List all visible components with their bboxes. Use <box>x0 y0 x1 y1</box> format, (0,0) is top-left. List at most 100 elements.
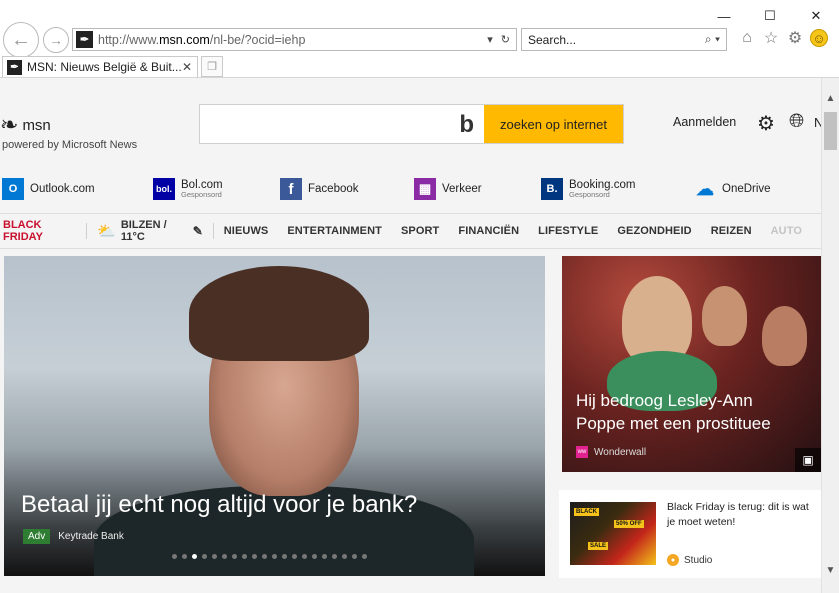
carousel-dot[interactable] <box>342 554 347 559</box>
carousel-dot[interactable] <box>302 554 307 559</box>
home-icon[interactable]: ⌂ <box>738 29 756 47</box>
bing-search-input[interactable]: b <box>200 105 484 143</box>
hero-story[interactable]: Betaal jij echt nog altijd voor je bank?… <box>4 256 545 576</box>
studio-icon: ● <box>667 554 679 566</box>
outlook-icon: O <box>2 178 24 200</box>
nav-separator <box>86 223 88 239</box>
carousel-dot[interactable] <box>352 554 357 559</box>
powered-by: powered by Microsoft News <box>2 139 138 151</box>
gear-icon[interactable]: ⚙ <box>786 29 804 47</box>
carousel-dot[interactable] <box>182 554 187 559</box>
carousel-dots <box>172 554 367 559</box>
back-button[interactable]: ← <box>3 22 39 58</box>
carousel-dot[interactable] <box>222 554 227 559</box>
nav-health[interactable]: GEZONDHEID <box>617 225 691 237</box>
quick-link-booking[interactable]: B. Booking.com Gesponsord <box>541 178 635 200</box>
maximize-button[interactable]: ☐ <box>747 5 793 27</box>
scroll-up-icon[interactable]: ▲ <box>822 90 839 107</box>
tab-msn[interactable]: ✒ MSN: Nieuws België & Buit... ✕ <box>2 56 198 77</box>
bol-icon: bol. <box>153 178 175 200</box>
carousel-dot[interactable] <box>242 554 247 559</box>
bf-story[interactable]: BLACK 50% OFF SALE Black Friday is terug… <box>559 490 821 578</box>
bf-story-meta: ● Studio <box>667 554 712 566</box>
hero-source: Keytrade Bank <box>58 531 124 542</box>
window-controls: — ☐ ✕ <box>701 5 839 27</box>
carousel-dot[interactable] <box>272 554 277 559</box>
hero-title[interactable]: Betaal jij echt nog altijd voor je bank? <box>21 491 417 519</box>
msn-page: ❧ msn powered by Microsoft News b zoeken… <box>0 78 821 593</box>
carousel-dot[interactable] <box>262 554 267 559</box>
carousel-dot[interactable] <box>192 554 197 559</box>
carousel-dot[interactable] <box>282 554 287 559</box>
bf-story-title[interactable]: Black Friday is terug: dit is wat je moe… <box>667 500 812 529</box>
pencil-edit-icon[interactable]: ✎ <box>193 224 203 238</box>
nav-auto[interactable]: AUTO <box>771 225 802 237</box>
adv-badge: Adv <box>23 529 51 544</box>
carousel-dot[interactable] <box>202 554 207 559</box>
arrow-left-icon: ← <box>11 28 31 51</box>
category-nav: BLACK FRIDAY ⛅ BILZEN / 11°C ✎ NIEUWS EN… <box>0 213 821 249</box>
bf-thumbnail: BLACK 50% OFF SALE <box>570 502 656 565</box>
nav-weather[interactable]: ⛅ BILZEN / 11°C ✎ <box>97 219 203 243</box>
search-web-button[interactable]: zoeken op internet <box>484 105 623 143</box>
language-label[interactable]: N <box>814 115 821 130</box>
scroll-down-icon[interactable]: ▼ <box>822 562 839 579</box>
carousel-dot[interactable] <box>172 554 177 559</box>
tab-title: MSN: Nieuws België & Buit... <box>27 60 182 74</box>
nav-entertainment[interactable]: ENTERTAINMENT <box>287 225 382 237</box>
camera-icon: ▣ <box>795 448 821 472</box>
side-story-title[interactable]: Hij bedroog Lesley-Ann Poppe met een pro… <box>576 390 806 436</box>
nav-sport[interactable]: SPORT <box>401 225 439 237</box>
bf-thumb-tag: BLACK <box>574 508 599 516</box>
favorites-star-icon[interactable]: ☆ <box>762 29 780 47</box>
quick-link-onedrive[interactable]: ☁ OneDrive <box>694 178 771 200</box>
browser-search-input[interactable]: Search... ⌕ ▾ <box>521 28 727 51</box>
msn-favicon-icon: ✒ <box>7 59 22 75</box>
bf-thumb-tag: SALE <box>588 542 609 550</box>
quick-link-outlook[interactable]: O Outlook.com <box>2 178 95 200</box>
address-bar[interactable]: ✒ http://www.msn.com/nl-be/?ocid=iehp ▾ … <box>72 28 517 51</box>
carousel-dot[interactable] <box>322 554 327 559</box>
carousel-dot[interactable] <box>362 554 367 559</box>
carousel-dot[interactable] <box>212 554 217 559</box>
carousel-dot[interactable] <box>252 554 257 559</box>
nav-black-friday[interactable]: BLACK FRIDAY <box>3 219 76 243</box>
page-scrollbar[interactable]: ▲ ▼ <box>821 78 839 593</box>
quick-link-traffic[interactable]: ▦ Verkeer <box>414 178 482 200</box>
carousel-dot[interactable] <box>312 554 317 559</box>
close-window-button[interactable]: ✕ <box>793 5 839 27</box>
onedrive-icon: ☁ <box>696 178 714 199</box>
new-tab-icon: ❐ <box>207 61 217 73</box>
side-story-source: Wonderwall <box>594 446 647 458</box>
forward-button[interactable]: → <box>43 27 69 53</box>
nav-finance[interactable]: FINANCIËN <box>458 225 519 237</box>
smiley-feedback-icon[interactable]: ☺ <box>810 29 828 47</box>
carousel-dot[interactable] <box>232 554 237 559</box>
carousel-dot[interactable] <box>332 554 337 559</box>
msn-logo[interactable]: ❧ msn <box>0 114 51 136</box>
scrollbar-thumb[interactable] <box>824 112 837 150</box>
address-url[interactable]: http://www.msn.com/nl-be/?ocid=iehp <box>98 33 305 47</box>
nav-lifestyle[interactable]: LIFESTYLE <box>538 225 598 237</box>
quick-link-bol[interactable]: bol. Bol.com Gesponsord <box>153 178 223 200</box>
new-tab-button[interactable]: ❐ <box>201 56 223 77</box>
booking-icon: B. <box>541 178 563 200</box>
side-story-meta: ww Wonderwall <box>576 446 646 458</box>
msn-favicon-icon: ✒ <box>76 31 93 48</box>
dropdown-arrow-icon[interactable]: ▾ <box>487 33 493 46</box>
minimize-button[interactable]: — <box>701 5 747 27</box>
search-icon[interactable]: ⌕ ▾ <box>705 32 726 47</box>
carousel-dot[interactable] <box>292 554 297 559</box>
sign-in-link[interactable]: Aanmelden <box>673 115 736 129</box>
quick-link-facebook[interactable]: f Facebook <box>280 178 359 200</box>
nav-travel[interactable]: REIZEN <box>711 225 752 237</box>
wonderwall-icon: ww <box>576 446 588 458</box>
nav-news[interactable]: NIEUWS <box>224 225 269 237</box>
tab-close-icon[interactable]: ✕ <box>182 60 192 74</box>
refresh-icon[interactable]: ↻ <box>501 33 510 46</box>
bf-story-source: Studio <box>684 554 713 566</box>
hero-image-hair <box>189 266 369 361</box>
side-story[interactable]: Hij bedroog Lesley-Ann Poppe met een pro… <box>562 256 821 472</box>
settings-gear-icon[interactable]: ⚙ <box>757 111 775 136</box>
globe-icon[interactable]: 🌐︎ <box>789 111 804 133</box>
